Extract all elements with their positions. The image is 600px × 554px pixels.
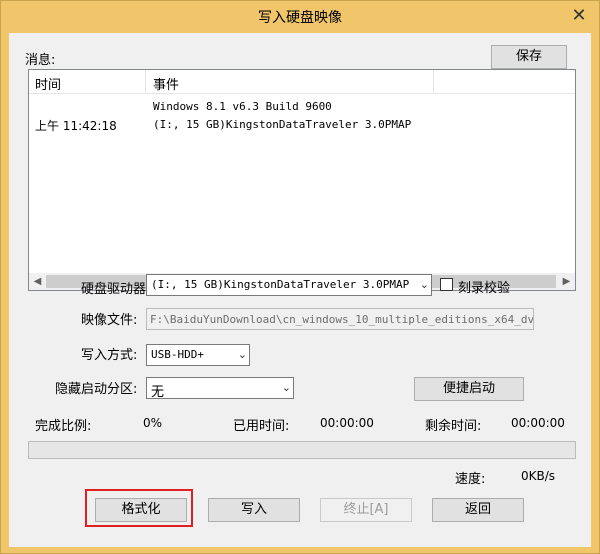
hidden-partition-label: 隐藏启动分区: — [55, 382, 138, 397]
image-file-label: 映像文件: — [81, 313, 138, 328]
progress-bar — [28, 441, 576, 459]
elapsed-value: 00:00:00 — [320, 416, 374, 430]
remaining-value: 00:00:00 — [511, 416, 565, 430]
quick-start-button[interactable]: 便捷启动 — [414, 377, 524, 401]
save-button[interactable]: 保存 — [491, 45, 567, 69]
message-list[interactable]: 时间 事件 Windows 8.1 v6.3 Build 9600 上午 11:… — [28, 69, 576, 291]
speed-value: 0KB/s — [521, 469, 556, 483]
write-mode-label: 写入方式: — [81, 348, 138, 363]
column-divider[interactable] — [433, 70, 434, 94]
dialog-body: 消息: 保存 时间 事件 Windows 8.1 v6.3 Build 9600… — [9, 33, 591, 547]
verify-label: 刻录校验 — [458, 281, 511, 296]
event-cell: (I:, 15 GB)KingstonDataTraveler 3.0PMAP — [153, 118, 412, 131]
column-header-event[interactable]: 事件 — [153, 74, 179, 93]
event-cell: Windows 8.1 v6.3 Build 9600 — [153, 100, 332, 113]
format-button[interactable]: 格式化 — [95, 498, 187, 522]
drive-select[interactable]: (I:, 15 GB)KingstonDataTraveler 3.0PMAP … — [146, 274, 432, 296]
image-file-field[interactable]: F:\BaiduYunDownload\cn_windows_10_multip… — [146, 308, 534, 330]
chevron-down-icon: ⌄ — [281, 381, 291, 394]
column-header-time[interactable]: 时间 — [35, 74, 61, 93]
complete-value: 0% — [143, 416, 163, 430]
messages-label: 消息: — [25, 53, 56, 68]
time-cell: 上午 11:42:18 — [35, 119, 117, 133]
drive-value: (I:, 15 GB)KingstonDataTraveler 3.0PMAP — [151, 278, 410, 291]
abort-button[interactable]: 终止[A] — [320, 498, 412, 522]
chevron-down-icon: ⌄ — [419, 278, 429, 291]
verify-checkbox[interactable] — [440, 278, 453, 291]
close-icon[interactable]: ✕ — [567, 5, 591, 27]
drive-label: 硬盘驱动器: — [81, 282, 151, 297]
remaining-label: 剩余时间: — [425, 419, 482, 434]
chevron-down-icon: ⌄ — [237, 348, 247, 361]
column-divider[interactable] — [145, 70, 146, 94]
scroll-left-icon[interactable]: ◀ — [29, 273, 46, 290]
elapsed-label: 已用时间: — [233, 419, 290, 434]
write-mode-select[interactable]: USB-HDD+ ⌄ — [146, 344, 250, 366]
hidden-partition-value: 无 — [151, 385, 165, 400]
complete-label: 完成比例: — [35, 419, 92, 434]
speed-label: 速度: — [455, 472, 486, 487]
list-header: 时间 事件 — [29, 70, 575, 94]
hidden-partition-select[interactable]: 无 ⌄ — [146, 377, 294, 400]
title-bar[interactable]: 写入硬盘映像 ✕ — [1, 1, 599, 33]
window-title: 写入硬盘映像 — [258, 10, 342, 26]
write-mode-value: USB-HDD+ — [151, 348, 204, 361]
scroll-right-icon[interactable]: ▶ — [558, 273, 575, 290]
image-file-value: F:\BaiduYunDownload\cn_windows_10_multip… — [150, 313, 534, 326]
back-button[interactable]: 返回 — [432, 498, 524, 522]
write-button[interactable]: 写入 — [208, 498, 300, 522]
write-disk-image-window: 写入硬盘映像 ✕ 消息: 保存 时间 事件 Windows 8.1 v6.3 B… — [0, 0, 600, 554]
